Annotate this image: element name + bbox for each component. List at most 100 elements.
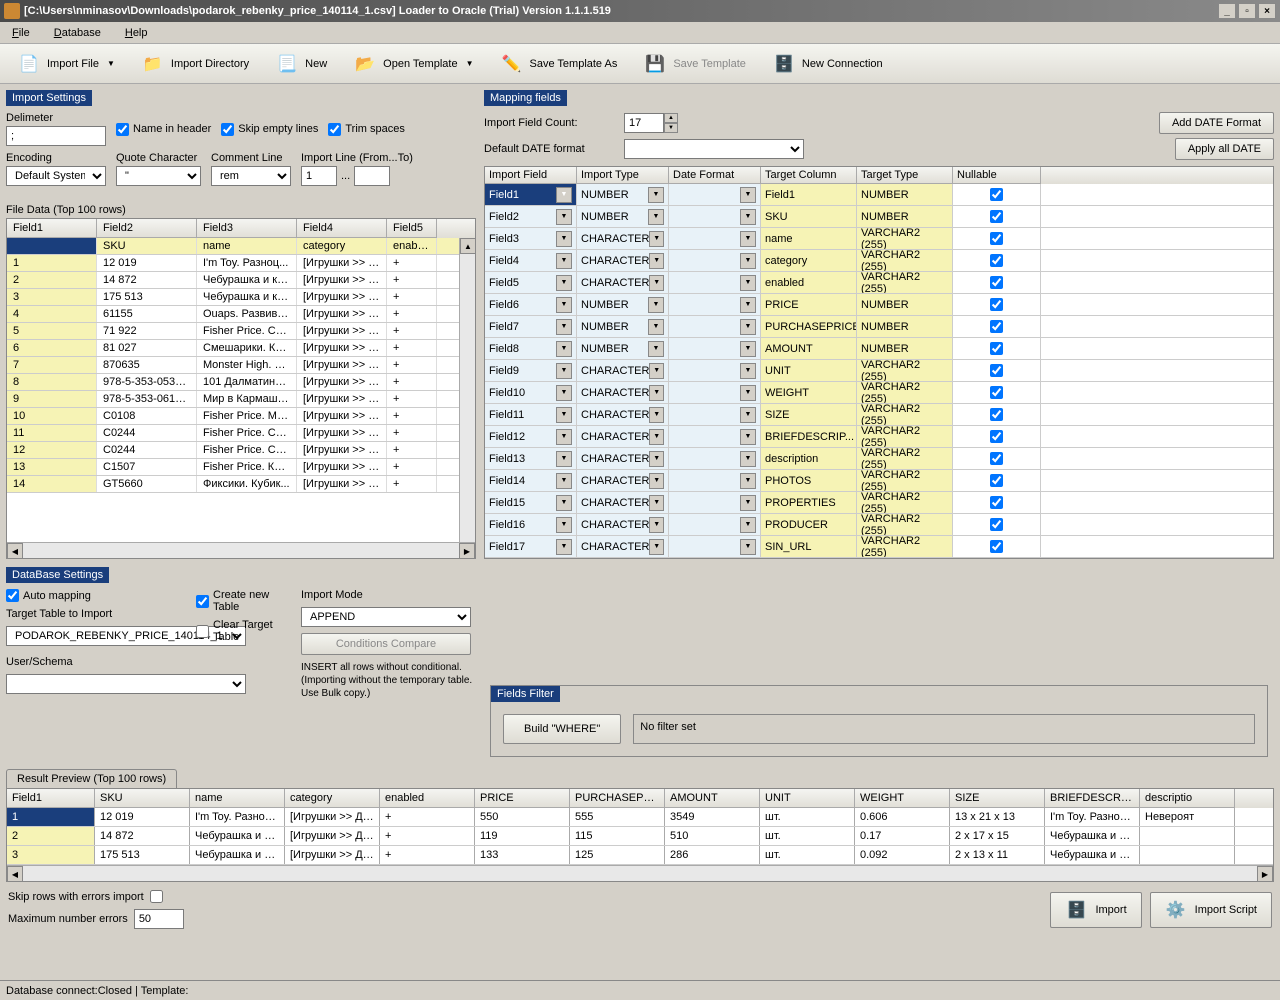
col-header[interactable]: PRICE bbox=[475, 789, 570, 808]
table-cell[interactable]: I'm Toy. Разноц... bbox=[1045, 808, 1140, 826]
mapping-cell[interactable]: Field2▼ bbox=[485, 206, 577, 227]
table-cell[interactable]: [Игрушки >> Дл... bbox=[297, 357, 387, 373]
table-cell[interactable]: 133 bbox=[475, 846, 570, 864]
table-row[interactable]: 10C0108Fisher Price. Моб...[Игрушки >> Д… bbox=[7, 408, 475, 425]
maximize-button[interactable]: ▫ bbox=[1238, 3, 1256, 19]
table-cell[interactable]: 61155 bbox=[97, 306, 197, 322]
table-cell[interactable]: Чебурашка и кр... bbox=[190, 846, 285, 864]
mapping-cell[interactable]: CHARACTER▼ bbox=[577, 470, 669, 491]
table-row[interactable]: 112 019I'm Toy. Разноц...[Игрушки >> Дл.… bbox=[7, 808, 1273, 827]
table-cell[interactable]: + bbox=[387, 340, 437, 356]
table-cell[interactable]: 7 bbox=[7, 357, 97, 373]
table-cell[interactable]: [Игрушки >> Дл... bbox=[297, 408, 387, 424]
table-cell[interactable]: 175 513 bbox=[95, 846, 190, 864]
nullable-checkbox[interactable] bbox=[990, 232, 1003, 245]
mapping-cell[interactable]: Field17▼ bbox=[485, 536, 577, 557]
mapping-cell[interactable]: Field10▼ bbox=[485, 382, 577, 403]
import-directory-button[interactable]: 📁 Import Directory bbox=[132, 47, 258, 81]
comment-line-select[interactable]: rem bbox=[211, 166, 291, 186]
dropdown-icon[interactable]: ▼ bbox=[740, 429, 756, 445]
mapping-cell[interactable] bbox=[953, 294, 1041, 315]
import-script-button[interactable]: ⚙️ Import Script bbox=[1150, 892, 1272, 928]
table-cell[interactable]: C0244 bbox=[97, 425, 197, 441]
mapping-cell[interactable]: ▼ bbox=[669, 294, 761, 315]
table-cell[interactable]: + bbox=[380, 827, 475, 845]
mapping-cell[interactable]: Field11▼ bbox=[485, 404, 577, 425]
mapping-cell[interactable]: description bbox=[761, 448, 857, 469]
mapping-row[interactable]: Field2▼NUMBER▼▼SKUNUMBER bbox=[485, 206, 1273, 228]
table-cell[interactable]: + bbox=[387, 408, 437, 424]
mapping-cell[interactable]: PURCHASEPRICE bbox=[761, 316, 857, 337]
dropdown-icon[interactable]: ▼ bbox=[556, 385, 572, 401]
mapping-cell[interactable] bbox=[953, 382, 1041, 403]
mapping-cell[interactable] bbox=[953, 536, 1041, 557]
mapping-cell[interactable]: PRODUCER bbox=[761, 514, 857, 535]
mapping-cell[interactable]: CHARACTER▼ bbox=[577, 514, 669, 535]
minimize-button[interactable]: _ bbox=[1218, 3, 1236, 19]
table-cell[interactable]: 12 019 bbox=[95, 808, 190, 826]
dropdown-icon[interactable]: ▼ bbox=[556, 209, 572, 225]
mapping-cell[interactable]: WEIGHT bbox=[761, 382, 857, 403]
table-cell[interactable]: 0.092 bbox=[855, 846, 950, 864]
table-cell[interactable]: [Игрушки >> Дл... bbox=[297, 391, 387, 407]
nullable-checkbox[interactable] bbox=[990, 540, 1003, 553]
table-cell[interactable]: category bbox=[297, 238, 387, 254]
table-cell[interactable]: Смешарики. Кн... bbox=[197, 340, 297, 356]
table-cell[interactable]: + bbox=[387, 459, 437, 475]
table-cell[interactable]: [Игрушки >> Дл... bbox=[285, 827, 380, 845]
encoding-select[interactable]: Default System's bbox=[6, 166, 106, 186]
save-template-as-button[interactable]: ✏️ Save Template As bbox=[490, 47, 626, 81]
save-template-button[interactable]: 💾 Save Template bbox=[634, 47, 755, 81]
max-errors-input[interactable] bbox=[134, 909, 184, 929]
table-row[interactable]: SKUnamecategoryenabled bbox=[7, 238, 475, 255]
mapping-cell[interactable]: ▼ bbox=[669, 514, 761, 535]
mapping-row[interactable]: Field1▼NUMBER▼▼Field1NUMBER bbox=[485, 184, 1273, 206]
dropdown-icon[interactable]: ▼ bbox=[740, 451, 756, 467]
table-cell[interactable]: + bbox=[387, 391, 437, 407]
table-row[interactable]: 14GT5660Фиксики. Кубик...[Игрушки >> Дл.… bbox=[7, 476, 475, 493]
mapping-cell[interactable]: Field1 bbox=[761, 184, 857, 205]
mapping-cell[interactable] bbox=[953, 250, 1041, 271]
mapping-cell[interactable]: CHARACTER▼ bbox=[577, 382, 669, 403]
mapping-cell[interactable] bbox=[953, 184, 1041, 205]
table-row[interactable]: 7870635Monster High. Бр...[Игрушки >> Дл… bbox=[7, 357, 475, 374]
mapping-cell[interactable]: Field9▼ bbox=[485, 360, 577, 381]
field-count-spinner[interactable]: ▲▼ bbox=[624, 113, 678, 133]
table-cell[interactable]: + bbox=[380, 808, 475, 826]
dropdown-icon[interactable]: ▼ bbox=[556, 297, 572, 313]
default-date-select[interactable] bbox=[624, 139, 804, 159]
mapping-row[interactable]: Field16▼CHARACTER▼▼PRODUCERVARCHAR2 (255… bbox=[485, 514, 1273, 536]
mapping-row[interactable]: Field4▼CHARACTER▼▼categoryVARCHAR2 (255) bbox=[485, 250, 1273, 272]
mapping-cell[interactable] bbox=[953, 514, 1041, 535]
table-cell[interactable]: шт. bbox=[760, 846, 855, 864]
mapping-cell[interactable] bbox=[953, 360, 1041, 381]
mapping-cell[interactable]: ▼ bbox=[669, 228, 761, 249]
mapping-cell[interactable]: CHARACTER▼ bbox=[577, 404, 669, 425]
mapping-cell[interactable]: ▼ bbox=[669, 382, 761, 403]
dropdown-icon[interactable]: ▼ bbox=[740, 363, 756, 379]
col-header[interactable]: Import Field bbox=[485, 167, 577, 184]
table-row[interactable]: 9978-5-353-06108-3Мир в Кармашк...[Игруш… bbox=[7, 391, 475, 408]
table-cell[interactable]: 11 bbox=[7, 425, 97, 441]
table-cell[interactable]: 3 bbox=[7, 846, 95, 864]
mapping-cell[interactable]: enabled bbox=[761, 272, 857, 293]
table-cell[interactable]: 13 x 21 x 13 bbox=[950, 808, 1045, 826]
col-header[interactable]: Field2 bbox=[97, 219, 197, 238]
mapping-cell[interactable]: ▼ bbox=[669, 536, 761, 557]
dropdown-icon[interactable]: ▼ bbox=[556, 539, 572, 555]
col-header[interactable]: Target Type bbox=[857, 167, 953, 184]
table-cell[interactable]: 1 bbox=[7, 808, 95, 826]
table-cell[interactable]: 0.606 bbox=[855, 808, 950, 826]
mapping-row[interactable]: Field10▼CHARACTER▼▼WEIGHTVARCHAR2 (255) bbox=[485, 382, 1273, 404]
table-cell[interactable]: шт. bbox=[760, 827, 855, 845]
col-header[interactable]: SIZE bbox=[950, 789, 1045, 808]
table-cell[interactable]: SKU bbox=[97, 238, 197, 254]
table-cell[interactable]: 2 x 17 x 15 bbox=[950, 827, 1045, 845]
dropdown-icon[interactable]: ▼ bbox=[649, 539, 664, 555]
spinner-up-icon[interactable]: ▲ bbox=[664, 113, 678, 123]
mapping-cell[interactable]: ▼ bbox=[669, 470, 761, 491]
table-cell[interactable]: 125 bbox=[570, 846, 665, 864]
skip-empty-lines-checkbox[interactable]: Skip empty lines bbox=[221, 123, 318, 136]
dropdown-icon[interactable]: ▼ bbox=[740, 539, 756, 555]
table-cell[interactable]: 286 bbox=[665, 846, 760, 864]
